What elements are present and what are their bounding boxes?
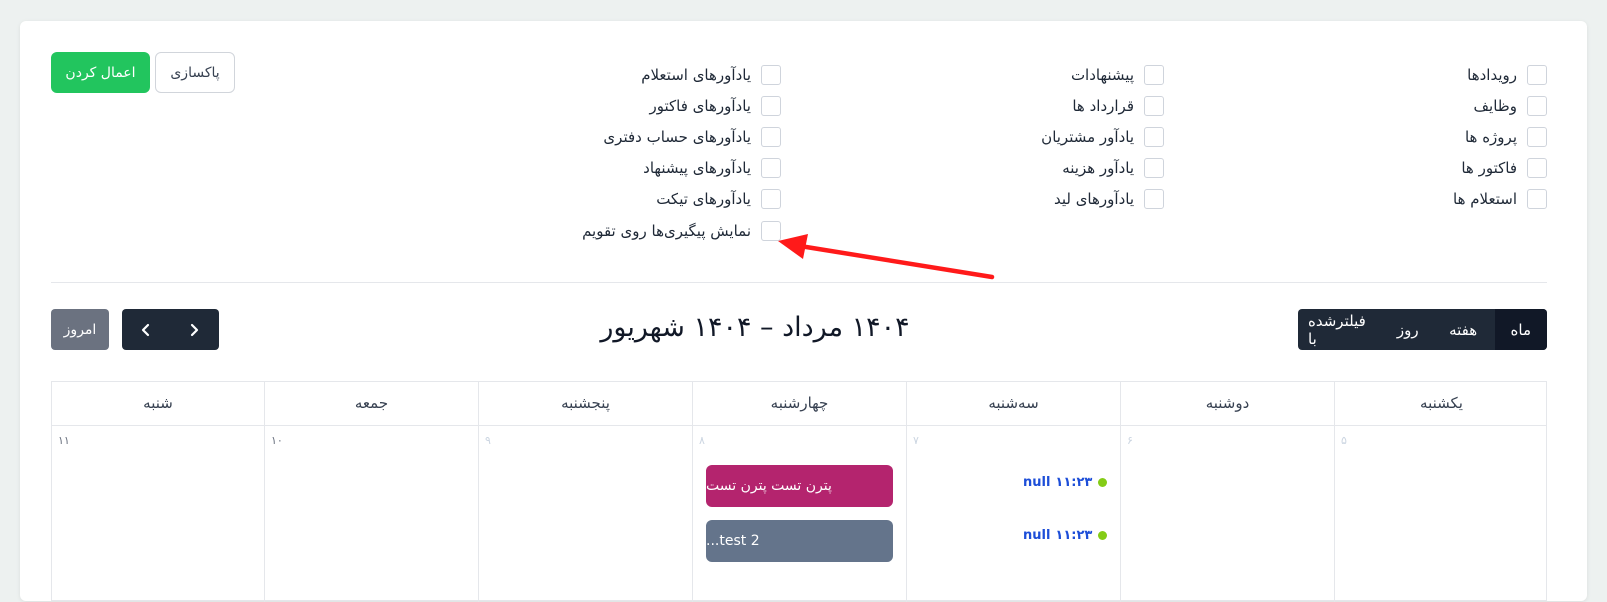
day-number: ۱۱ [58, 434, 70, 447]
calendar-event-block[interactable]: پترن تست پترن تست [706, 465, 893, 507]
filter-customer-reminders[interactable]: یادآور مشتریان [1041, 126, 1164, 148]
checkbox[interactable] [761, 127, 781, 147]
filter-projects[interactable]: پروژه ها [1465, 126, 1547, 148]
filter-estimate-reminders[interactable]: یادآورهای استعلام [641, 64, 781, 86]
checkbox[interactable] [761, 158, 781, 178]
filter-show-followups[interactable]: نمایش پیگیری‌ها روی تقویم [582, 220, 781, 242]
day-number: ۸ [699, 434, 705, 447]
checkbox[interactable] [1144, 127, 1164, 147]
view-month-button[interactable]: ماه [1494, 309, 1547, 350]
today-button[interactable]: امروز [51, 309, 109, 350]
filter-expense-reminders[interactable]: یادآور هزینه [1062, 157, 1164, 179]
checkbox[interactable] [1527, 96, 1547, 116]
filter-ticket-reminders[interactable]: یادآورهای تیکت [656, 188, 781, 210]
chevron-right-icon [190, 323, 199, 336]
weekday-header: سه‌شنبه [906, 382, 1120, 425]
day-cell[interactable]: ۸ [692, 426, 906, 602]
day-number: ۵ [1341, 434, 1347, 447]
event-dot-icon [1098, 478, 1108, 487]
next-button[interactable] [170, 309, 218, 350]
chevron-left-icon [141, 323, 150, 336]
day-cell[interactable]: ۶ [1120, 426, 1334, 602]
checkbox[interactable] [1527, 65, 1547, 85]
filter-invoice-reminders[interactable]: یادآورهای فاکتور [650, 95, 781, 117]
day-number: ۱۰ [271, 434, 283, 447]
day-number: ۷ [913, 434, 919, 447]
filter-invoices[interactable]: فاکتور ها [1461, 157, 1547, 179]
weekday-header: پنجشنبه [478, 382, 692, 425]
checkbox[interactable] [1527, 158, 1547, 178]
prev-button[interactable] [122, 309, 170, 350]
event-time: ۱۱:۲۳ [1055, 528, 1093, 543]
apply-button[interactable]: اعمال کردن [51, 52, 150, 93]
filter-estimates[interactable]: استعلام ها [1453, 188, 1547, 210]
filter-tasks[interactable]: وظایف [1474, 95, 1547, 117]
checkbox[interactable] [1144, 65, 1164, 85]
checkbox[interactable] [761, 189, 781, 209]
view-week-button[interactable]: هفته [1432, 309, 1495, 350]
checkbox[interactable] [1527, 127, 1547, 147]
filter-contracts[interactable]: قرارداد ها [1072, 95, 1164, 117]
calendar-event[interactable]: ۱۱:۲۳ null [1023, 528, 1108, 543]
event-title: null [1023, 528, 1051, 543]
weekday-header: یکشنبه [1334, 382, 1548, 425]
day-number: ۶ [1127, 434, 1133, 447]
filter-lead-reminders[interactable]: یادآورهای لید [1054, 188, 1164, 210]
filter-ledger-reminders[interactable]: یادآورهای حساب دفتری [603, 126, 781, 148]
clear-button[interactable]: پاکسازی [155, 52, 235, 93]
divider [51, 282, 1547, 283]
checkbox[interactable] [1144, 158, 1164, 178]
day-number: ۹ [485, 434, 491, 447]
weekday-header: شنبه [143, 394, 173, 412]
event-time: ۱۱:۲۳ [1055, 475, 1093, 490]
day-cell[interactable]: ۹ [478, 426, 692, 602]
weekday-header: دوشنبه [1120, 382, 1334, 425]
event-title: null [1023, 475, 1051, 490]
event-dot-icon [1098, 531, 1108, 540]
nav-button-group [122, 309, 219, 350]
day-cell[interactable]: ۷ [906, 426, 1120, 602]
checkbox[interactable] [1144, 96, 1164, 116]
view-filtered-button[interactable]: فیلترشده با [1298, 309, 1384, 350]
weekday-header: جمعه [264, 382, 478, 425]
calendar-event-block[interactable]: test 2... [706, 520, 893, 562]
checkbox[interactable] [761, 96, 781, 116]
calendar-event[interactable]: ۱۱:۲۳ null [1023, 475, 1108, 490]
checkbox[interactable] [1144, 189, 1164, 209]
checkbox[interactable] [1527, 189, 1547, 209]
weekday-header: چهارشنبه [692, 382, 906, 425]
calendar-title: ۱۴۰۴ مرداد – ۱۴۰۴ شهریور [600, 312, 910, 343]
filter-events[interactable]: رویدادها [1467, 64, 1547, 86]
filter-proposals[interactable]: پیشنهادات [1071, 64, 1164, 86]
checkbox[interactable] [761, 65, 781, 85]
view-switcher: ماه هفته روز فیلترشده با [1298, 309, 1547, 350]
day-cell[interactable]: ۱۰ [264, 426, 478, 602]
checkbox[interactable] [761, 221, 781, 241]
day-cell[interactable]: ۱۱ [52, 426, 264, 602]
day-cell[interactable]: ۵ [1334, 426, 1548, 602]
filter-proposal-reminders[interactable]: یادآورهای پیشنهاد [643, 157, 781, 179]
view-day-button[interactable]: روز [1384, 309, 1432, 350]
